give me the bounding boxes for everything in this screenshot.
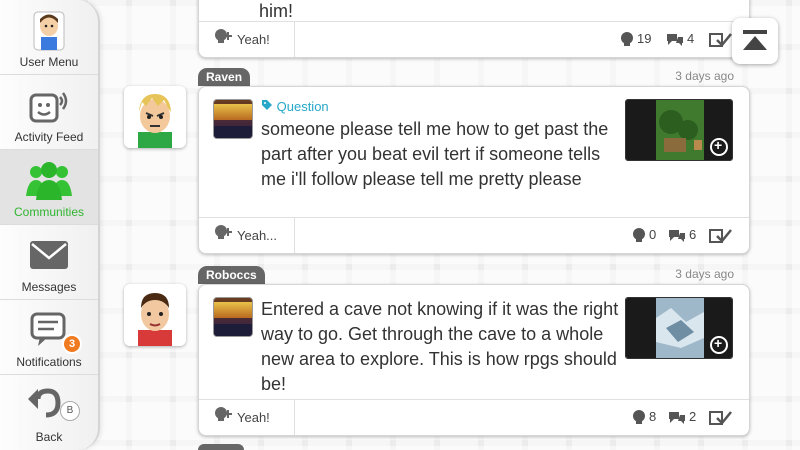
- sidebar-item-notifications[interactable]: 3 Notifications: [0, 300, 98, 375]
- post-card: him! Yeah! 19 4: [198, 0, 750, 58]
- comment-count: 4: [665, 31, 694, 47]
- yeah-count: 8: [631, 409, 656, 425]
- yeah-button[interactable]: Yeah!: [199, 22, 295, 57]
- game-icon: [213, 297, 253, 337]
- post-footer: Yeah... 0 6: [199, 217, 749, 253]
- yeah-label: Yeah...: [237, 228, 278, 243]
- yeah-count-icon: [621, 32, 633, 46]
- post-timestamp: 3 days ago: [675, 267, 734, 281]
- yeah-button[interactable]: Yeah!: [199, 400, 295, 435]
- notification-count-badge: 3: [62, 334, 82, 354]
- up-arrow-icon: [743, 30, 767, 50]
- yeah-label: Yeah!: [237, 410, 270, 425]
- sidebar-item-activity-feed[interactable]: Activity Feed: [0, 75, 98, 150]
- sidebar-item-label: User Menu: [19, 55, 79, 69]
- sidebar-item-back[interactable]: B Back: [0, 375, 98, 450]
- next-post-author-tab: [198, 444, 244, 450]
- post-text: Entered a cave not knowing if it was the…: [261, 299, 619, 394]
- comment-icon: [669, 230, 685, 242]
- sidebar: User Menu Activity Feed Communities Mess…: [0, 0, 100, 450]
- yeah-count: 19: [619, 31, 651, 47]
- yeah-count-icon: [633, 228, 645, 242]
- user-mii-icon: [24, 6, 74, 52]
- sidebar-item-label: Notifications: [16, 355, 82, 369]
- b-button-hint: B: [60, 401, 80, 421]
- yeah-count-icon: [633, 410, 645, 424]
- screenshot-thumbnail[interactable]: [625, 99, 733, 161]
- comment-count: 6: [667, 227, 696, 243]
- yeah-icon: [215, 407, 232, 421]
- question-tag: Question: [261, 99, 621, 115]
- sidebar-item-label: Back: [35, 430, 63, 444]
- post-content: Question someone please tell me how to g…: [261, 99, 621, 192]
- author-name[interactable]: Roboccs: [198, 266, 265, 284]
- post-footer: Yeah! 19 4: [199, 21, 749, 57]
- envelope-icon: [24, 231, 74, 277]
- tag-icon: [262, 100, 272, 110]
- post-card[interactable]: Entered a cave not knowing if it was the…: [198, 284, 750, 436]
- yeah-icon: [215, 225, 232, 239]
- yeah-icon: [215, 29, 232, 43]
- screenshot-thumbnail[interactable]: [625, 297, 733, 359]
- spoiler-check-icon[interactable]: [709, 227, 735, 245]
- sidebar-item-user-menu[interactable]: User Menu: [0, 0, 98, 75]
- sidebar-item-label: Communities: [13, 205, 85, 219]
- sidebar-item-messages[interactable]: Messages: [0, 225, 98, 300]
- scroll-to-top-button[interactable]: [732, 18, 778, 64]
- avatar[interactable]: [124, 284, 186, 346]
- game-icon: [213, 99, 253, 139]
- activity-feed-icon: [24, 81, 74, 127]
- post-card[interactable]: Question someone please tell me how to g…: [198, 86, 750, 254]
- sidebar-item-label: Messages: [21, 280, 77, 294]
- post-footer: Yeah! 8 2: [199, 399, 749, 435]
- sidebar-item-communities[interactable]: Communities: [0, 150, 98, 225]
- spoiler-check-icon[interactable]: [709, 409, 735, 427]
- comment-icon: [667, 34, 683, 46]
- zoom-icon: [710, 335, 728, 354]
- author-name[interactable]: Raven: [198, 68, 251, 86]
- comment-count: 2: [667, 409, 696, 425]
- communities-icon: [24, 156, 74, 202]
- post-timestamp: 3 days ago: [675, 69, 734, 83]
- yeah-label: Yeah!: [237, 32, 270, 47]
- comment-icon: [669, 412, 685, 424]
- zoom-icon: [710, 137, 728, 156]
- sidebar-item-label: Activity Feed: [14, 130, 84, 144]
- yeah-button[interactable]: Yeah...: [199, 218, 295, 253]
- post-text: someone please tell me how to get past t…: [261, 119, 609, 189]
- avatar[interactable]: [124, 86, 186, 148]
- yeah-count: 0: [631, 227, 656, 243]
